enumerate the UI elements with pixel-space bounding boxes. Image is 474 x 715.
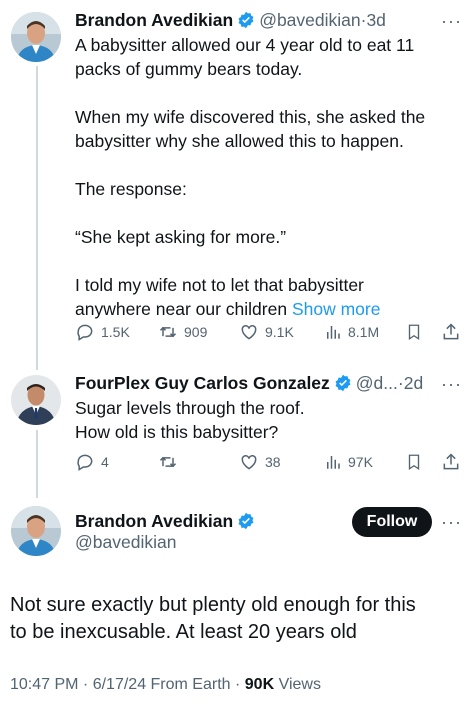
reply-count: 4 xyxy=(101,454,109,470)
reply-button[interactable]: 4 xyxy=(75,452,109,472)
bookmark-icon xyxy=(408,324,420,341)
avatar[interactable] xyxy=(11,375,61,425)
author-handle[interactable]: @bavedikian xyxy=(259,9,360,31)
follow-button[interactable]: Follow xyxy=(352,507,432,537)
text-line: babysitter why she allowed this to happe… xyxy=(75,131,404,151)
repost-button[interactable] xyxy=(158,452,178,472)
more-options-icon[interactable]: ··· xyxy=(441,375,462,393)
author-name[interactable]: FourPlex Guy Carlos Gonzalez xyxy=(75,372,330,394)
text-line: “She kept asking for more.” xyxy=(75,227,287,247)
reply-icon xyxy=(77,324,93,341)
tweet2-text: Sugar levels through the roof. How old i… xyxy=(75,396,465,444)
avatar[interactable] xyxy=(11,506,61,556)
view-count: 97K xyxy=(348,454,373,470)
text-line: When my wife discovered this, she asked … xyxy=(75,107,426,127)
views-count[interactable]: 90K xyxy=(245,676,274,693)
bookmark-button[interactable] xyxy=(405,452,423,472)
share-icon xyxy=(443,323,459,340)
like-button[interactable]: 9.1K xyxy=(239,322,294,342)
repost-icon xyxy=(159,326,177,338)
tweet2-actions: 4 38 97K xyxy=(75,452,463,474)
text-line: How old is this babysitter? xyxy=(75,422,279,442)
tweet-time[interactable]: 2d xyxy=(404,372,423,394)
verified-badge-icon xyxy=(334,374,352,392)
repost-button[interactable]: 909 xyxy=(158,322,207,342)
more-options-icon[interactable]: ··· xyxy=(441,12,462,30)
text-line: Not sure exactly but plenty old enough f… xyxy=(10,594,416,616)
views-button[interactable]: 8.1M xyxy=(324,322,379,342)
text-line: to be inexcusable. At least 20 years old xyxy=(10,621,357,643)
text-line: A babysitter allowed our 4 year old to e… xyxy=(75,35,415,55)
tweet1-text: A babysitter allowed our 4 year old to e… xyxy=(75,33,465,321)
like-count: 38 xyxy=(265,454,281,470)
share-button[interactable] xyxy=(441,322,461,342)
view-count: 8.1M xyxy=(348,324,380,340)
repost-count: 909 xyxy=(184,324,208,340)
author-name[interactable]: Brandon Avedikian xyxy=(75,9,233,31)
text-line: I told my wife not to let that babysitte… xyxy=(75,275,364,295)
more-options-icon[interactable]: ··· xyxy=(441,513,462,531)
tweet-time[interactable]: 3d xyxy=(366,9,385,31)
like-count: 9.1K xyxy=(265,324,294,340)
tweet1-header: Brandon Avedikian @bavedikian · 3d xyxy=(75,9,386,31)
author-handle[interactable]: @bavedikian xyxy=(75,532,176,553)
text-line-end: anywhere near our children xyxy=(75,299,288,319)
verified-badge-icon xyxy=(237,512,255,530)
author-handle[interactable]: @d... xyxy=(356,372,398,394)
views-label: Views xyxy=(278,676,321,693)
timestamp[interactable]: 10:47 PM · 6/17/24 From Earth · xyxy=(10,676,240,693)
reply-button[interactable]: 1.5K xyxy=(75,322,130,342)
bookmark-icon xyxy=(408,454,420,471)
views-button[interactable]: 97K xyxy=(324,452,373,472)
bookmark-button[interactable] xyxy=(405,322,423,342)
tweet-meta: 10:47 PM · 6/17/24 From Earth · 90K View… xyxy=(10,676,321,694)
share-icon xyxy=(443,453,459,470)
text-line: The response: xyxy=(75,179,187,199)
main-tweet-text: Not sure exactly but plenty old enough f… xyxy=(10,592,465,646)
heart-icon xyxy=(241,454,257,470)
share-button[interactable] xyxy=(441,452,461,472)
tweet1-actions: 1.5K 909 9.1K 8.1M xyxy=(75,322,463,344)
thread-connector xyxy=(36,430,38,498)
text-line: anywhere near our children Show more xyxy=(75,297,465,321)
text-line: packs of gummy bears today. xyxy=(75,59,303,79)
thread-connector xyxy=(36,66,38,370)
text-line: Sugar levels through the roof. xyxy=(75,398,305,418)
reply-count: 1.5K xyxy=(101,324,130,340)
tweet2-header: FourPlex Guy Carlos Gonzalez @d... · 2d xyxy=(75,372,423,394)
heart-icon xyxy=(241,324,257,340)
repost-icon xyxy=(159,456,177,468)
main-tweet-header: Brandon Avedikian xyxy=(75,510,259,532)
views-chart-icon xyxy=(327,326,340,339)
author-name[interactable]: Brandon Avedikian xyxy=(75,510,233,532)
verified-badge-icon xyxy=(237,11,255,29)
views-chart-icon xyxy=(327,456,340,469)
reply-icon xyxy=(77,454,93,471)
like-button[interactable]: 38 xyxy=(239,452,281,472)
show-more-link[interactable]: Show more xyxy=(292,299,381,319)
avatar[interactable] xyxy=(11,12,61,62)
